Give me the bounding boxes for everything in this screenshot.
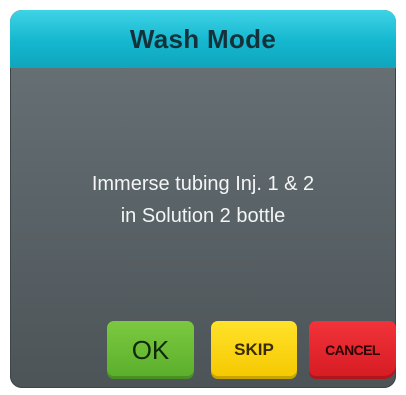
ok-button[interactable]: OK xyxy=(107,321,194,379)
cancel-button[interactable]: CANCEL xyxy=(309,321,396,379)
dialog-title-bar: Wash Mode xyxy=(10,10,396,68)
dialog-title: Wash Mode xyxy=(129,23,277,54)
message-line-1: Immerse tubing Inj. 1 & 2 xyxy=(91,173,315,195)
message-line-2: in Solution 2 bottle xyxy=(120,205,286,227)
ok-button-label: OK xyxy=(131,334,170,365)
skip-button-label: SKIP xyxy=(234,340,274,359)
dialog-message: Immerse tubing Inj. 1 & 2 in Solution 2 … xyxy=(10,168,396,232)
cancel-button-label: CANCEL xyxy=(325,342,380,358)
wash-mode-dialog: Wash Mode Immerse tubing Inj. 1 & 2 in S… xyxy=(10,10,396,388)
skip-button[interactable]: SKIP xyxy=(211,321,297,379)
